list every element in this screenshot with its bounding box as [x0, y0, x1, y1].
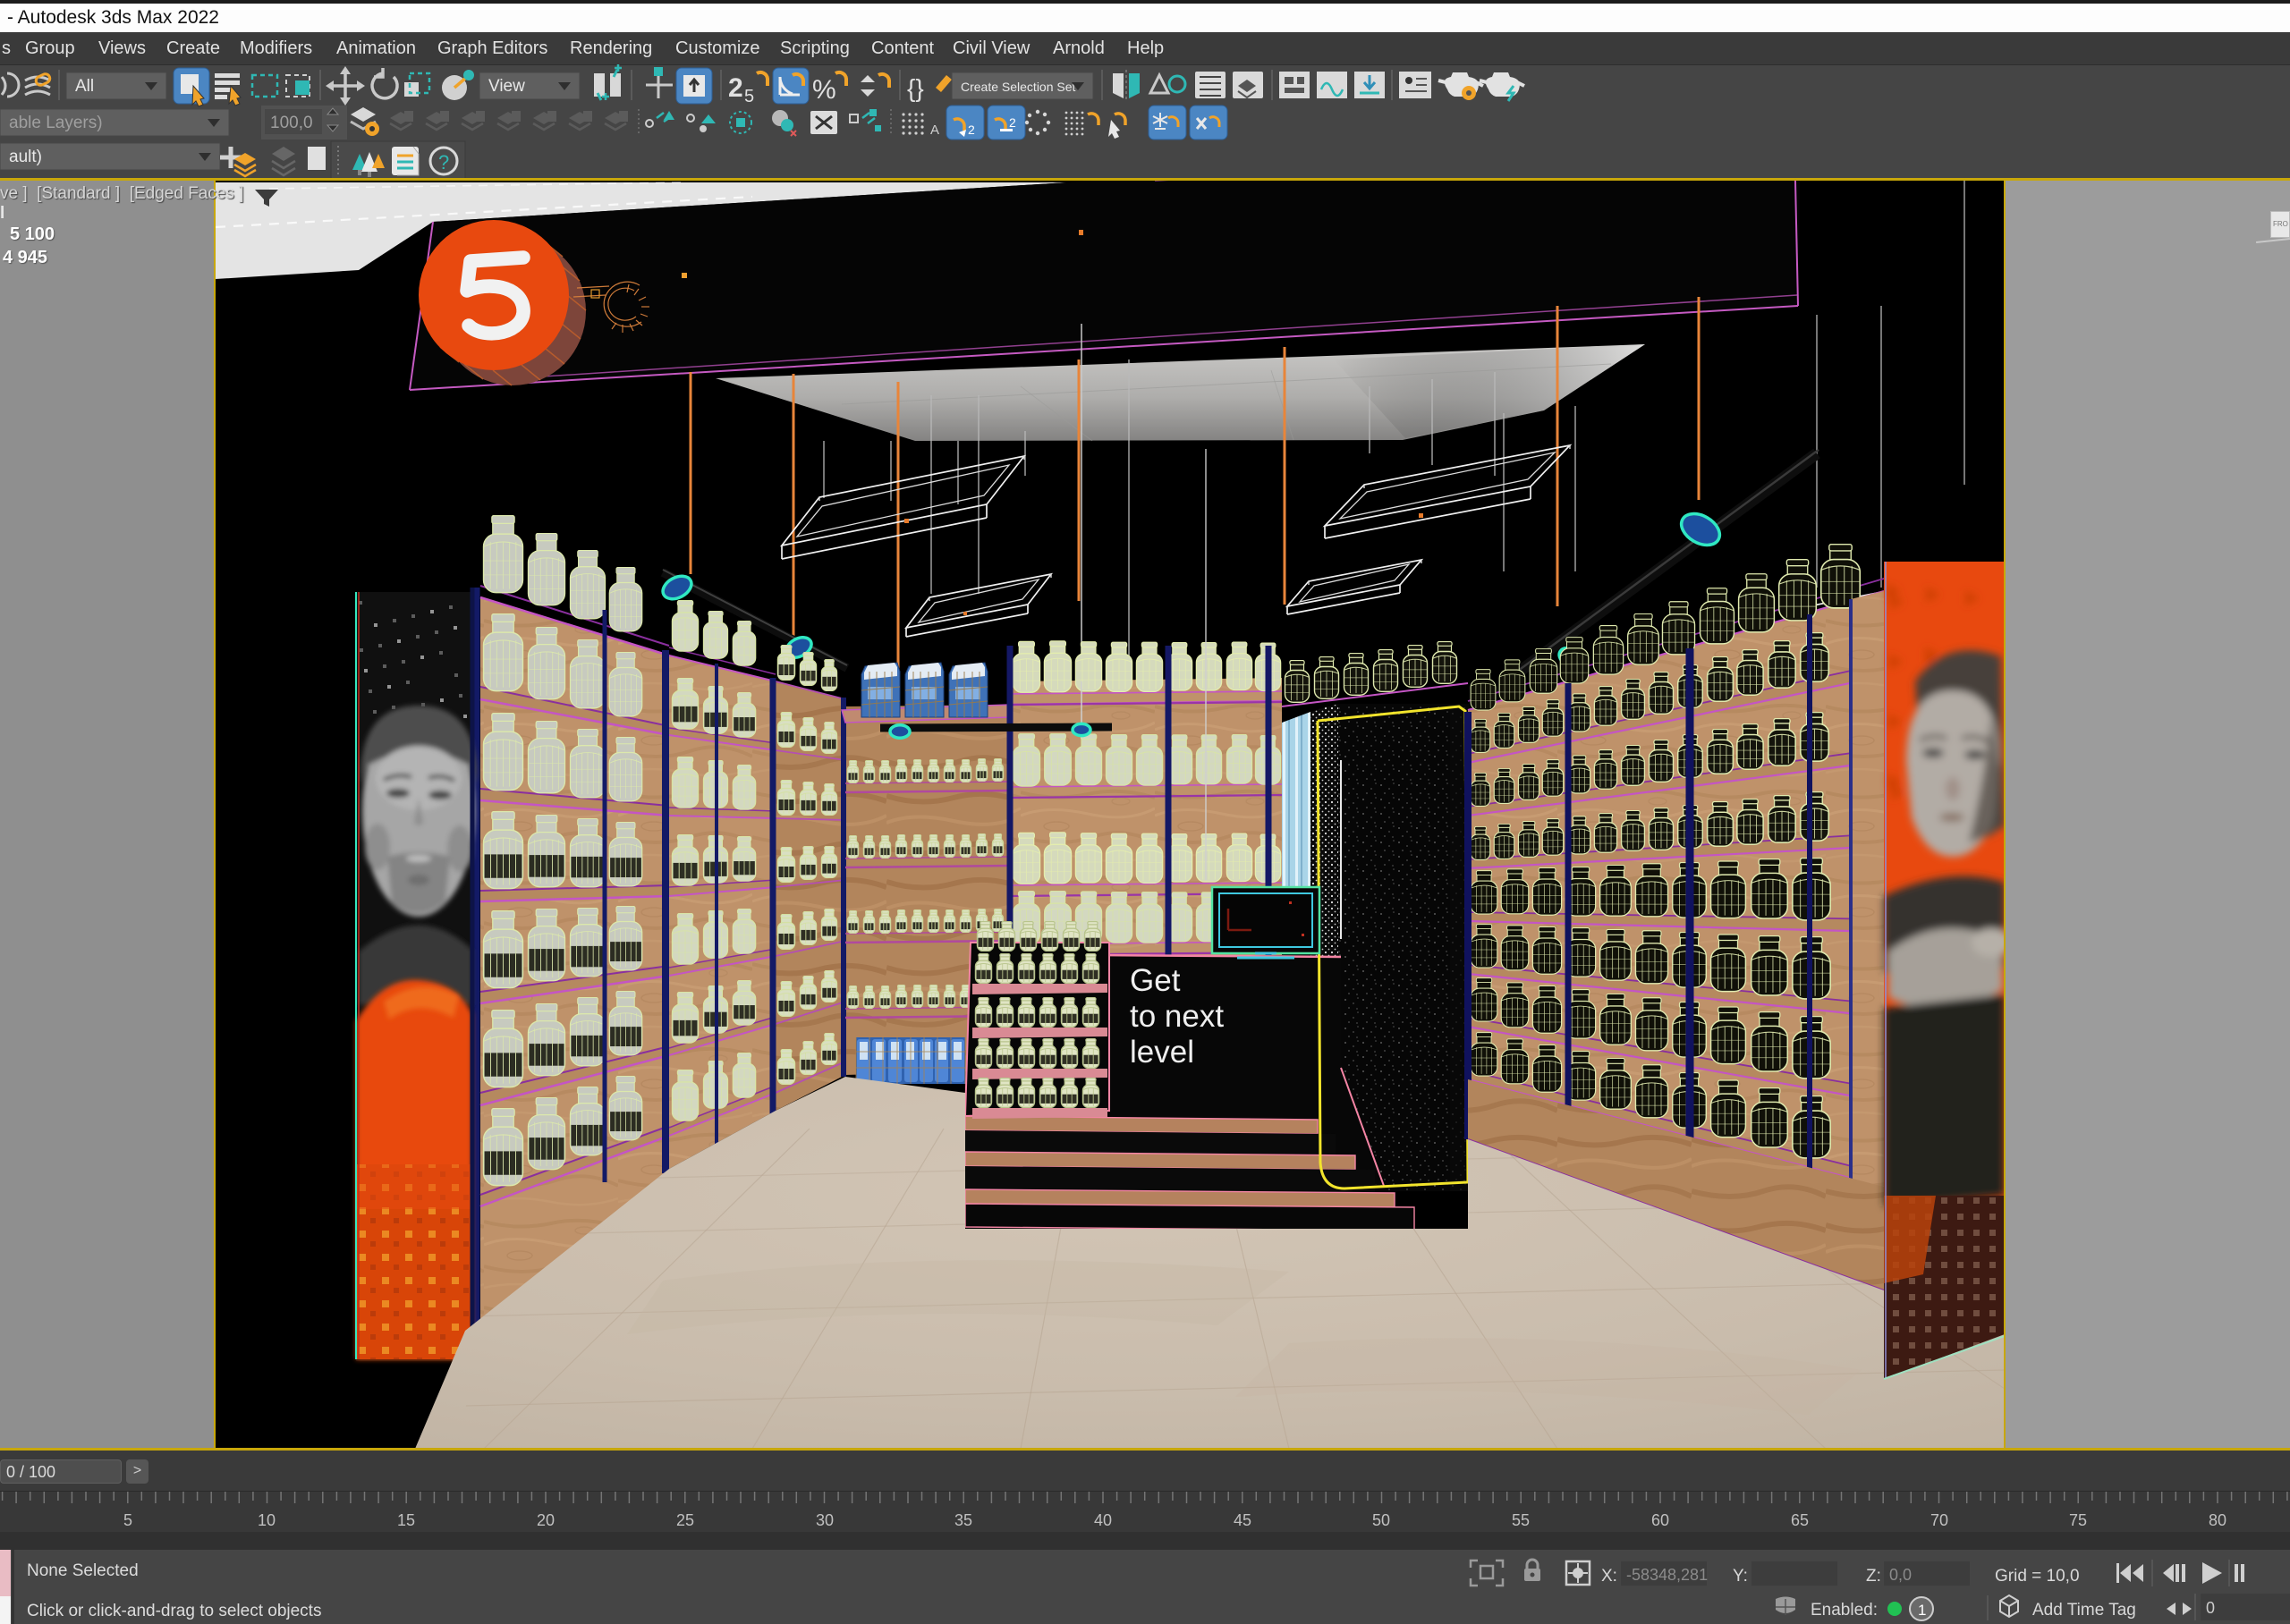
svg-text:1: 1 [1918, 1602, 1926, 1619]
svg-text:0,0: 0,0 [1889, 1566, 1912, 1584]
svg-text:X:: X: [1601, 1567, 1617, 1586]
svg-text:Z:: Z: [1866, 1567, 1881, 1586]
svg-text:-58348,281: -58348,281 [1626, 1566, 1708, 1584]
svg-text:Grid = 10,0: Grid = 10,0 [1995, 1567, 2080, 1586]
svg-text:Enabled:: Enabled: [1811, 1601, 1878, 1620]
svg-text:Add Time Tag: Add Time Tag [2032, 1601, 2136, 1620]
svg-text:0: 0 [2206, 1599, 2215, 1617]
svg-text:Y:: Y: [1733, 1567, 1748, 1586]
